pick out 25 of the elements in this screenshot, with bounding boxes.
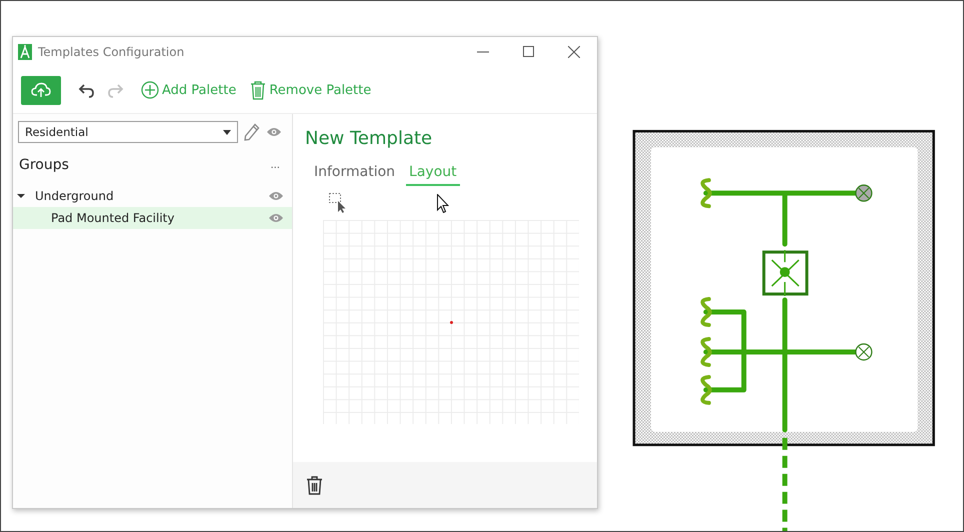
trash-icon [250, 80, 266, 100]
template-title: New Template [305, 128, 434, 149]
window-title: Templates Configuration [38, 45, 186, 59]
delete-button[interactable] [306, 476, 323, 494]
plus-circle-icon [141, 81, 159, 99]
caret-icon [223, 130, 231, 134]
upload-button[interactable] [21, 76, 61, 104]
cursor-icon [437, 194, 449, 212]
marquee-select-icon[interactable] [329, 193, 347, 213]
caret-icon[interactable] [17, 192, 25, 200]
tab[interactable]: Information [311, 164, 398, 186]
eye-icon[interactable] [268, 213, 284, 223]
close-icon[interactable] [568, 46, 580, 58]
palette-dropdown[interactable]: Residential [18, 121, 238, 143]
eye-icon[interactable] [266, 127, 282, 137]
tree-item[interactable]: Underground [13, 185, 292, 207]
tree-item[interactable]: Pad Mounted Facility [13, 207, 292, 229]
app-logo-icon [18, 44, 32, 60]
groups-heading: Groups [19, 157, 69, 173]
cloud-upload-icon [31, 82, 51, 98]
maximize-icon[interactable] [523, 46, 534, 57]
more-options-button[interactable]: ... [270, 160, 280, 170]
origin-dot [450, 321, 453, 324]
eye-icon[interactable] [268, 191, 284, 201]
pencil-icon[interactable] [244, 123, 260, 141]
